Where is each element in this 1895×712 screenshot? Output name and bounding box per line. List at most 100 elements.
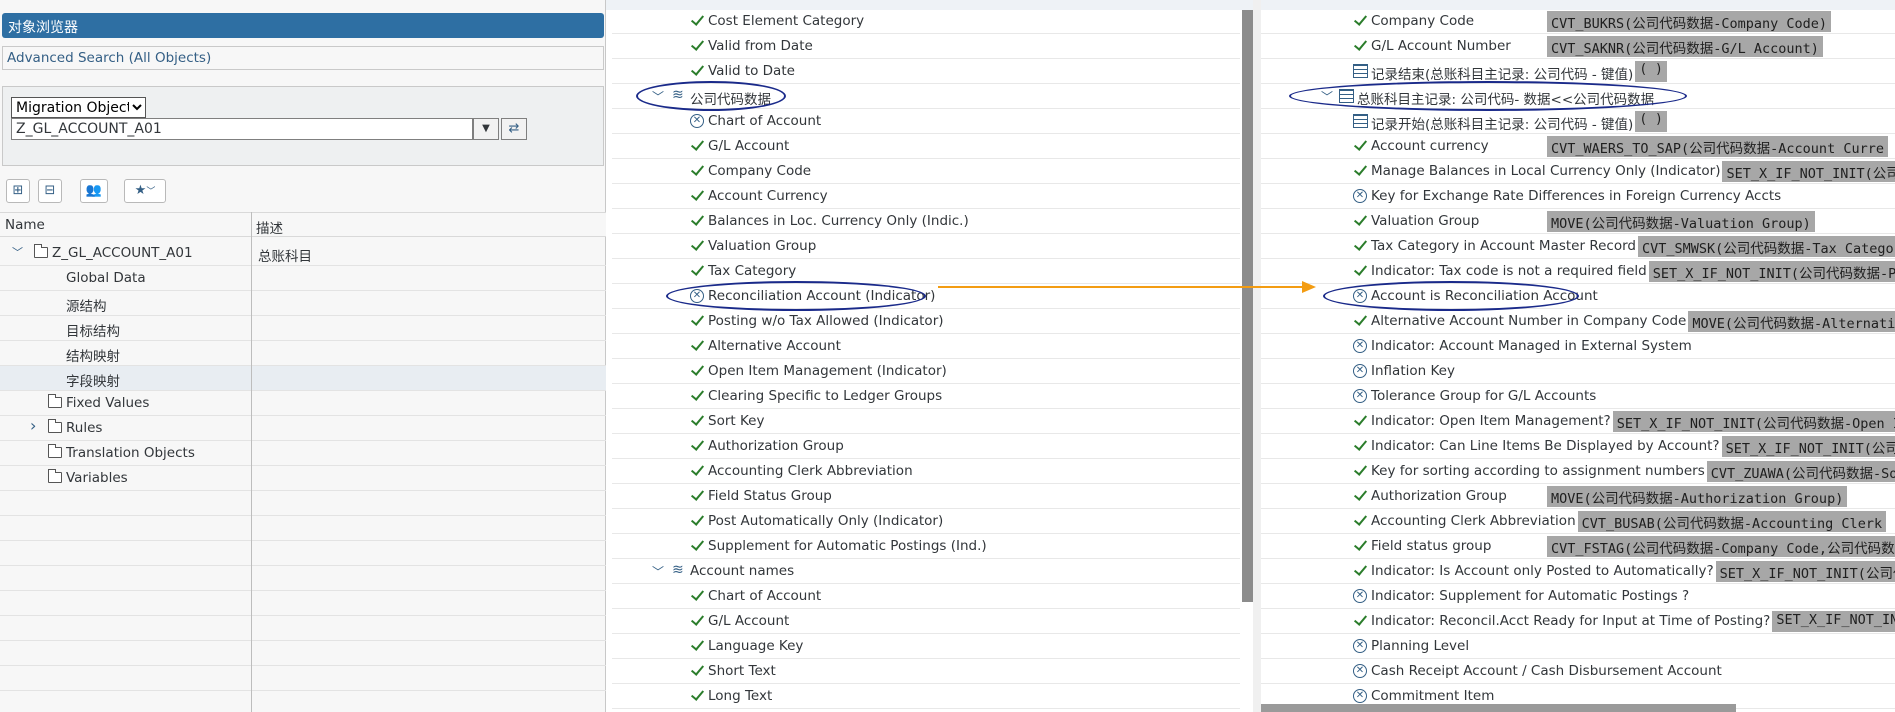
- source-field-row[interactable]: G/L Account: [612, 134, 1240, 159]
- source-field-row[interactable]: ﹀ ≋ Account names: [612, 559, 1240, 584]
- source-field-row[interactable]: Balances in Loc. Currency Only (Indic.): [612, 209, 1240, 234]
- vertical-scrollbar[interactable]: [1242, 10, 1253, 602]
- target-field-row[interactable]: Indicator: Tax code is not a required fi…: [1261, 259, 1895, 284]
- source-field-row[interactable]: Valuation Group: [612, 234, 1240, 259]
- folder-icon: [48, 394, 62, 408]
- target-field-row[interactable]: Field status group CVT_FSTAG(公司代码数据-Compa…: [1261, 534, 1895, 559]
- expand-toggle-icon[interactable]: ﹀: [12, 244, 23, 260]
- mapping-rule[interactable]: MOVE(公司代码数据-Authorization Group): [1547, 486, 1848, 507]
- target-field-row[interactable]: Key for sorting according to assignment …: [1261, 459, 1895, 484]
- target-field-row[interactable]: Valuation Group MOVE(公司代码数据-Valuation Gro…: [1261, 209, 1895, 234]
- tree-node[interactable]: ﹀ Z_GL_ACCOUNT_A01 总账科目: [0, 241, 606, 266]
- splitter[interactable]: [1253, 0, 1261, 712]
- target-field-row[interactable]: Indicator: Can Line Items Be Displayed b…: [1261, 434, 1895, 459]
- horizontal-scrollbar[interactable]: [1261, 704, 1736, 712]
- mapping-rule[interactable]: CVT_BUKRS(公司代码数据-Company Code): [1547, 11, 1832, 32]
- collapse-toggle-icon[interactable]: ›: [30, 416, 36, 435]
- target-field-row[interactable]: 记录开始(总账科目主记录: 公司代码 - 键值)( ): [1261, 109, 1895, 134]
- source-field-row[interactable]: G/L Account: [612, 609, 1240, 634]
- mapping-rule[interactable]: SET_X_IF_NOT_INIT(公司代码: [1715, 561, 1895, 582]
- migration-object-select[interactable]: Migration Object: [11, 97, 146, 118]
- target-field-row[interactable]: ✕ Tolerance Group for G/L Accounts: [1261, 384, 1895, 409]
- source-field-row[interactable]: Long Text: [612, 684, 1240, 709]
- source-field-row[interactable]: Tax Category: [612, 259, 1240, 284]
- mapping-rule[interactable]: SET_X_IF_NOT_INIT(: [1772, 611, 1895, 632]
- target-field-row[interactable]: ✕ Key for Exchange Rate Differences in Fo…: [1261, 184, 1895, 209]
- check-icon: [690, 338, 704, 352]
- mapping-rule[interactable]: SET_X_IF_NOT_INIT(公司代码数据-Pos: [1648, 261, 1895, 282]
- mapping-rule[interactable]: SET_X_IF_NOT_INIT(公司代码: [1721, 436, 1895, 457]
- advanced-search-link[interactable]: Advanced Search (All Objects): [2, 46, 604, 70]
- tree-node[interactable]: › Rules: [0, 416, 606, 441]
- mapping-rule[interactable]: CVT_ZUAWA(公司代码数据-Sort: [1706, 461, 1895, 482]
- source-field-row[interactable]: Valid from Date: [612, 34, 1240, 59]
- source-field-row[interactable]: Open Item Management (Indicator): [612, 359, 1240, 384]
- mapping-rule[interactable]: CVT_BUSAB(公司代码数据-Accounting Clerk: [1577, 511, 1887, 532]
- tree-node[interactable]: Fixed Values: [0, 391, 606, 416]
- source-field-row[interactable]: Sort Key: [612, 409, 1240, 434]
- mapping-rule[interactable]: SET_X_IF_NOT_INIT(公司代码数据-Open It: [1612, 411, 1895, 432]
- target-field-row[interactable]: Company Code CVT_BUKRS(公司代码数据-Company Cod…: [1261, 10, 1895, 34]
- target-field-row[interactable]: Alternative Account Number in Company Co…: [1261, 309, 1895, 334]
- source-field-row[interactable]: Language Key: [612, 634, 1240, 659]
- target-field-row[interactable]: Indicator: Reconcil.Acct Ready for Input…: [1261, 609, 1895, 634]
- favorites-button[interactable]: ★﹀: [124, 179, 166, 203]
- tree-node[interactable]: Global Data: [0, 266, 606, 291]
- target-field-row[interactable]: Manage Balances in Local Currency Only (…: [1261, 159, 1895, 184]
- source-field-row[interactable]: Short Text: [612, 659, 1240, 684]
- mapping-rule[interactable]: SET_X_IF_NOT_INIT(公司代码: [1722, 161, 1895, 182]
- mapping-rule[interactable]: MOVE(公司代码数据-Alternative: [1688, 311, 1895, 332]
- mapping-rule[interactable]: CVT_SMWSK(公司代码数据-Tax Category: [1637, 236, 1895, 257]
- source-field-row[interactable]: Field Status Group: [612, 484, 1240, 509]
- source-field-row[interactable]: Clearing Specific to Ledger Groups: [612, 384, 1240, 409]
- value-help-button[interactable]: ⇄: [501, 118, 527, 140]
- expand-all-button[interactable]: ⊞: [6, 179, 30, 203]
- source-field-label: Sort Key: [708, 413, 765, 429]
- tree-node[interactable]: Variables: [0, 466, 606, 491]
- target-field-row[interactable]: 记录结束(总账科目主记录: 公司代码 - 键值)( ): [1261, 59, 1895, 84]
- source-field-row[interactable]: ✕ Chart of Account: [612, 109, 1240, 134]
- source-field-row[interactable]: Authorization Group: [612, 434, 1240, 459]
- target-field-row[interactable]: ✕ Indicator: Supplement for Automatic Pos…: [1261, 584, 1895, 609]
- source-field-row[interactable]: Supplement for Automatic Postings (Ind.): [612, 534, 1240, 559]
- source-field-row[interactable]: Cost Element Category: [612, 9, 1240, 34]
- tree-node[interactable]: 字段映射: [0, 366, 606, 391]
- source-field-row[interactable]: Chart of Account: [612, 584, 1240, 609]
- object-name-input[interactable]: Z_GL_ACCOUNT_A01: [11, 118, 473, 140]
- mapping-rule[interactable]: CVT_SAKNR(公司代码数据-G/L Account): [1547, 36, 1823, 57]
- tree-node[interactable]: Translation Objects: [0, 441, 606, 466]
- collapse-all-button[interactable]: ⊟: [38, 179, 62, 203]
- target-field-row[interactable]: G/L Account Number CVT_SAKNR(公司代码数据-G/L A…: [1261, 34, 1895, 59]
- source-field-row[interactable]: Account Currency: [612, 184, 1240, 209]
- target-field-row[interactable]: Indicator: Is Account only Posted to Aut…: [1261, 559, 1895, 584]
- tree-node[interactable]: 结构映射: [0, 341, 606, 366]
- source-field-row[interactable]: Company Code: [612, 159, 1240, 184]
- tree-node[interactable]: 源结构: [0, 291, 606, 316]
- mapping-rule[interactable]: ( ): [1635, 111, 1667, 132]
- source-field-row[interactable]: Posting w/o Tax Allowed (Indicator): [612, 309, 1240, 334]
- target-field-row[interactable]: Authorization Group MOVE(公司代码数据-Authoriza…: [1261, 484, 1895, 509]
- target-field-row[interactable]: Indicator: Open Item Management? SET_X_IF…: [1261, 409, 1895, 434]
- mapping-rule[interactable]: ( ): [1635, 61, 1667, 82]
- target-field-row[interactable]: ✕ Cash Receipt Account / Cash Disbursemen…: [1261, 659, 1895, 684]
- target-field-row[interactable]: ✕ Inflation Key: [1261, 359, 1895, 384]
- chevron-down-icon[interactable]: ﹀: [652, 563, 664, 580]
- source-field-row[interactable]: Accounting Clerk Abbreviation: [612, 459, 1240, 484]
- source-field-row[interactable]: Alternative Account: [612, 334, 1240, 359]
- check-icon: [1353, 538, 1367, 552]
- mapping-rule[interactable]: CVT_FSTAG(公司代码数据-Company Code,公司代码数: [1547, 536, 1895, 557]
- column-header-name[interactable]: Name: [5, 217, 45, 233]
- users-button[interactable]: 👥: [80, 179, 108, 203]
- mapping-rule[interactable]: MOVE(公司代码数据-Valuation Group): [1547, 211, 1815, 232]
- dropdown-button[interactable]: ▼: [473, 118, 499, 140]
- target-field-row[interactable]: Accounting Clerk Abbreviation CVT_BUSAB(公…: [1261, 509, 1895, 534]
- column-header-description[interactable]: 描述: [256, 217, 283, 237]
- structure-icon: ≋: [672, 562, 684, 578]
- target-field-row[interactable]: Tax Category in Account Master Record CVT…: [1261, 234, 1895, 259]
- target-field-row[interactable]: ✕ Planning Level: [1261, 634, 1895, 659]
- tree-node[interactable]: 目标结构: [0, 316, 606, 341]
- target-field-row[interactable]: ✕ Indicator: Account Managed in External …: [1261, 334, 1895, 359]
- source-field-row[interactable]: Post Automatically Only (Indicator): [612, 509, 1240, 534]
- mapping-rule[interactable]: CVT_WAERS_TO_SAP(公司代码数据-Account Curre: [1547, 136, 1888, 157]
- target-field-row[interactable]: Account currency CVT_WAERS_TO_SAP(公司代码数据-…: [1261, 134, 1895, 159]
